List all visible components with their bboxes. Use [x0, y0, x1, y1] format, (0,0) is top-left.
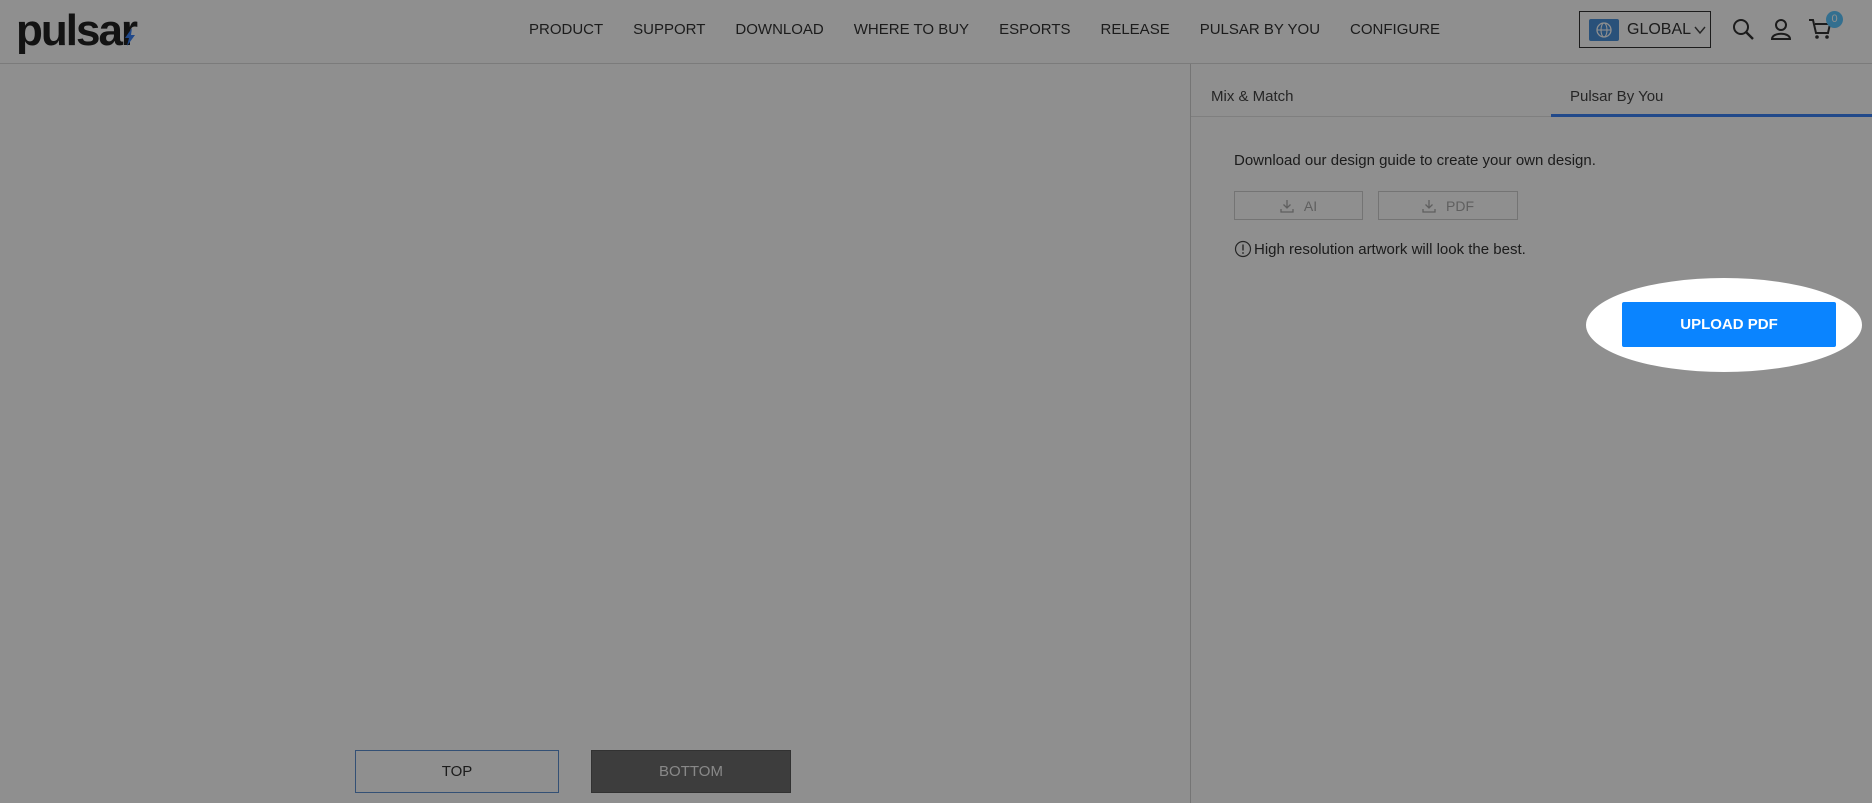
active-tab-indicator [1551, 114, 1872, 117]
design-canvas [0, 64, 1190, 803]
panel-tabs: Mix & Match Pulsar By You [1191, 64, 1872, 117]
site-header: pulsar PRODUCT SUPPORT DOWNLOAD WHERE TO… [0, 0, 1872, 64]
upload-pdf-button[interactable]: UPLOAD PDF [1622, 302, 1836, 347]
download-pdf-label: PDF [1446, 197, 1474, 214]
region-selector[interactable]: GLOBAL [1579, 11, 1711, 48]
nav-pulsar-by-you[interactable]: PULSAR BY YOU [1200, 21, 1320, 38]
customize-panel: Mix & Match Pulsar By You Download our d… [1190, 64, 1872, 803]
region-label: GLOBAL [1627, 20, 1692, 38]
download-icon [1422, 199, 1436, 213]
nav-where-to-buy[interactable]: WHERE TO BUY [854, 21, 969, 38]
main-nav: PRODUCT SUPPORT DOWNLOAD WHERE TO BUY ES… [529, 0, 1470, 58]
nav-product[interactable]: PRODUCT [529, 21, 603, 38]
tab-mix-and-match[interactable]: Mix & Match [1211, 88, 1294, 105]
cart-count-badge: 0 [1826, 11, 1843, 28]
chevron-down-icon [1694, 26, 1706, 34]
info-icon [1234, 240, 1252, 258]
view-bottom-button[interactable]: BOTTOM [591, 750, 791, 793]
artwork-tip-text: High resolution artwork will look the be… [1254, 240, 1526, 258]
download-ai-label: AI [1303, 197, 1318, 214]
design-guide-text: Download our design guide to create your… [1234, 152, 1596, 169]
tab-pulsar-by-you[interactable]: Pulsar By You [1570, 88, 1663, 105]
artwork-tip: High resolution artwork will look the be… [1234, 240, 1526, 258]
globe-icon [1589, 18, 1619, 41]
lightning-bolt-icon [125, 28, 135, 46]
search-icon[interactable] [1730, 16, 1756, 42]
download-pdf-button[interactable]: PDF [1378, 191, 1518, 220]
user-icon[interactable] [1768, 16, 1794, 42]
nav-configure[interactable]: CONFIGURE [1350, 21, 1440, 38]
download-icon [1280, 199, 1294, 213]
pulsar-logo[interactable]: pulsar [16, 6, 138, 56]
view-top-button[interactable]: TOP [355, 750, 559, 793]
nav-download[interactable]: DOWNLOAD [735, 21, 823, 38]
nav-esports[interactable]: ESPORTS [999, 21, 1070, 38]
nav-support[interactable]: SUPPORT [633, 21, 705, 38]
nav-release[interactable]: RELEASE [1101, 21, 1170, 38]
download-ai-button[interactable]: AI [1234, 191, 1363, 220]
